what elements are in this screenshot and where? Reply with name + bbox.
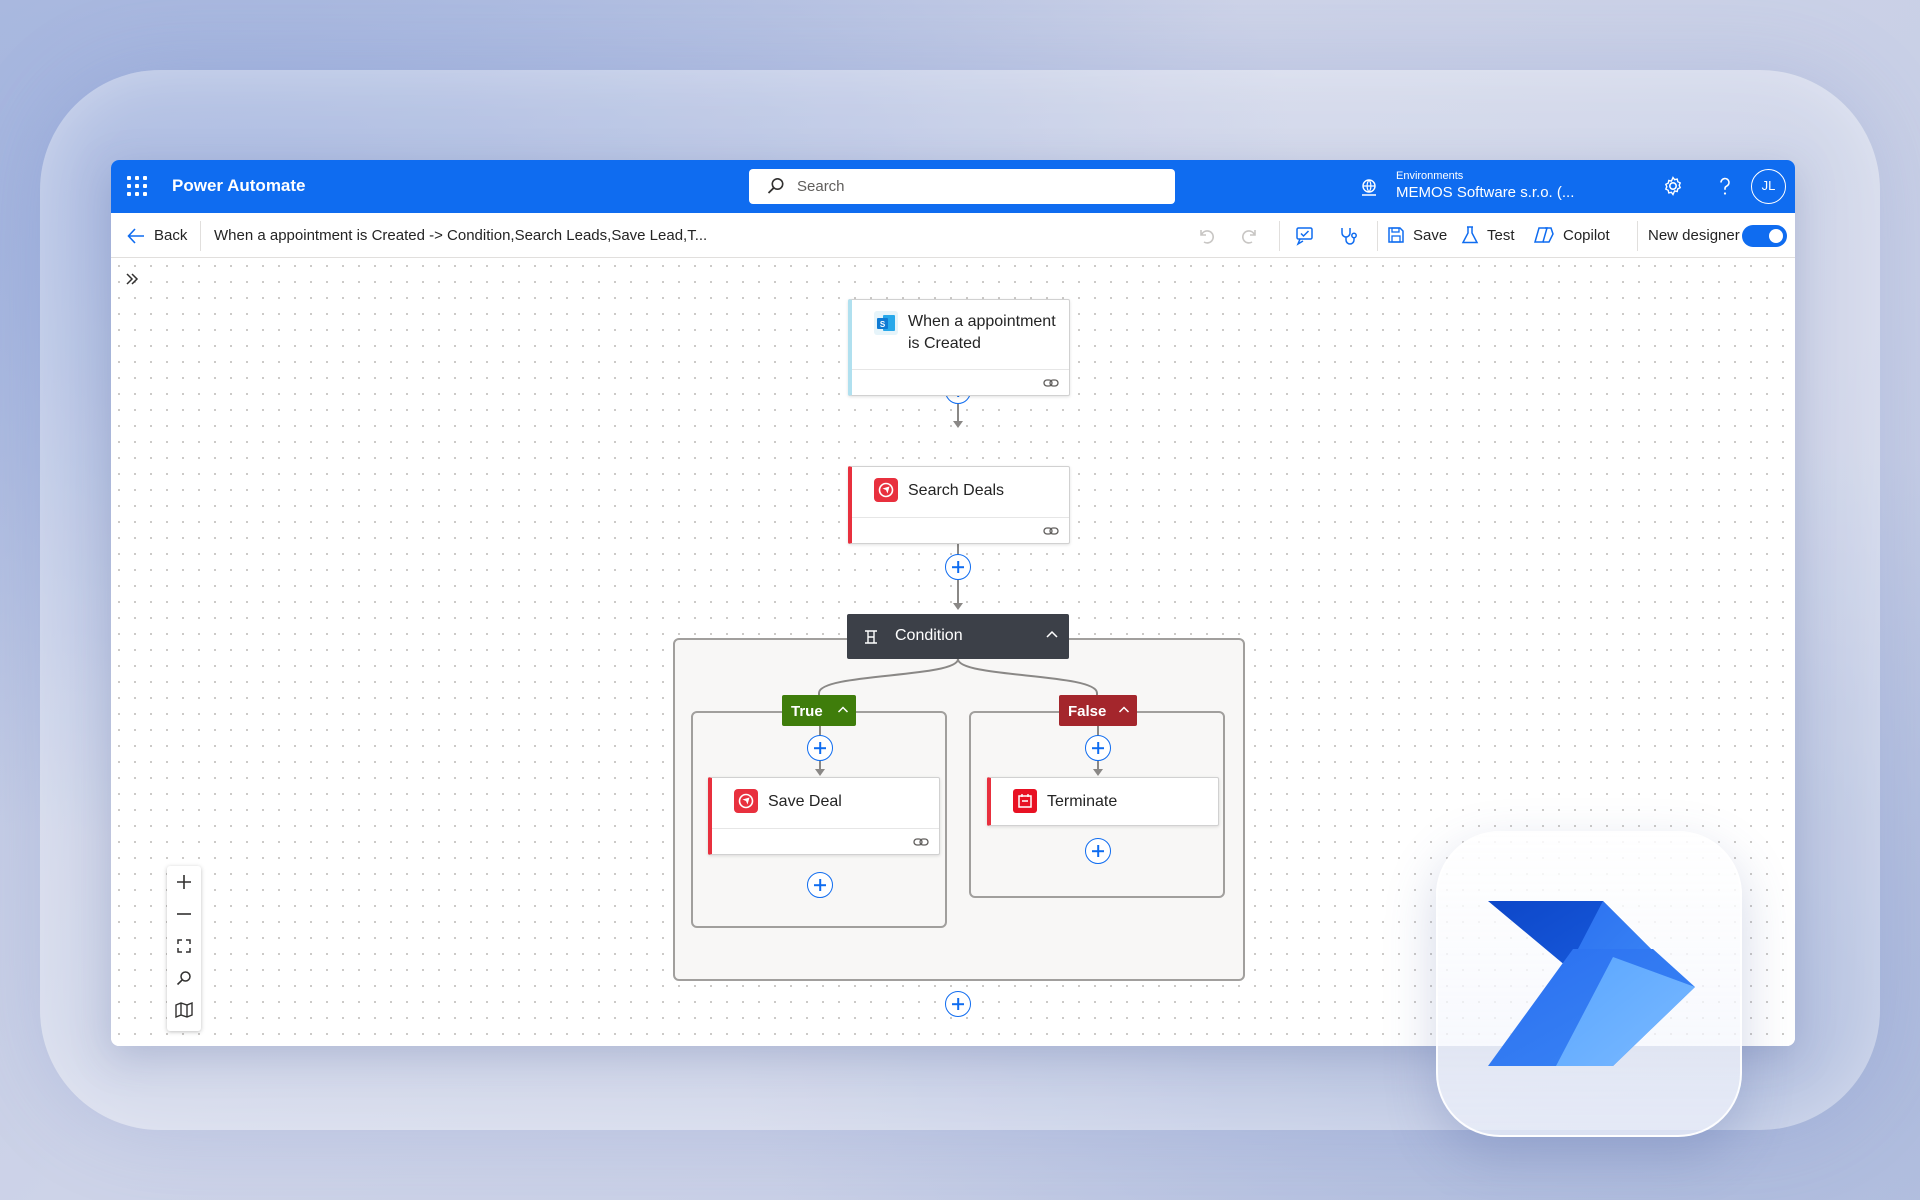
search-box[interactable]: Search xyxy=(749,169,1175,204)
stethoscope-icon[interactable] xyxy=(1338,225,1360,247)
copilot-icon[interactable] xyxy=(1533,225,1555,245)
search-icon[interactable] xyxy=(176,970,192,986)
false-badge[interactable]: False xyxy=(1059,695,1137,726)
terminate-title: Terminate xyxy=(1047,793,1118,810)
terminate-card[interactable]: Terminate xyxy=(987,777,1219,826)
minimap-icon[interactable] xyxy=(175,1002,193,1018)
insert-step-button[interactable] xyxy=(1085,735,1111,761)
flow-checker-icon[interactable] xyxy=(1294,225,1316,247)
power-automate-logo xyxy=(1436,831,1742,1137)
test-button[interactable]: Test xyxy=(1487,227,1515,244)
copilot-button[interactable]: Copilot xyxy=(1563,227,1610,244)
false-label: False xyxy=(1068,703,1107,720)
redo-icon[interactable] xyxy=(1240,226,1260,246)
fit-view-icon[interactable] xyxy=(176,938,192,954)
save-button[interactable]: Save xyxy=(1413,227,1447,244)
zoom-in-icon[interactable] xyxy=(176,874,192,890)
divider xyxy=(200,221,201,251)
insert-step-button[interactable] xyxy=(807,735,833,761)
top-bar: Power Automate Search Environments MEMOS… xyxy=(111,160,1795,213)
environment-value: MEMOS Software s.r.o. (... xyxy=(1396,184,1575,201)
save-deal-title: Save Deal xyxy=(768,793,842,810)
back-button[interactable]: Back xyxy=(154,227,187,244)
insert-step-button[interactable] xyxy=(807,872,833,898)
terminate-icon xyxy=(1013,789,1037,813)
zoom-out-icon[interactable] xyxy=(176,906,192,922)
gear-icon[interactable] xyxy=(1662,175,1684,197)
avatar[interactable]: JL xyxy=(1751,169,1786,204)
condition-title: Condition xyxy=(895,627,963,644)
collapse-chevron-icon[interactable] xyxy=(1045,628,1059,642)
environment-label: Environments xyxy=(1396,170,1464,182)
card-footer xyxy=(712,828,939,854)
back-arrow-icon[interactable] xyxy=(127,227,145,245)
command-bar: Back When a appointment is Created -> Co… xyxy=(111,213,1795,258)
divider xyxy=(1377,221,1378,251)
divider xyxy=(1637,221,1638,251)
save-icon[interactable] xyxy=(1387,226,1405,244)
globe-icon xyxy=(1362,179,1376,196)
help-icon[interactable] xyxy=(1715,175,1735,197)
true-label: True xyxy=(791,703,823,720)
app-launcher-icon[interactable] xyxy=(127,176,147,196)
undo-icon[interactable] xyxy=(1196,226,1216,246)
flask-icon[interactable] xyxy=(1461,225,1479,245)
app-name[interactable]: Power Automate xyxy=(172,176,306,196)
collapse-chevron-icon[interactable] xyxy=(1118,704,1130,716)
divider xyxy=(1279,221,1280,251)
search-placeholder: Search xyxy=(797,178,845,195)
condition-icon xyxy=(865,630,877,644)
condition-header[interactable]: Condition xyxy=(847,614,1069,659)
new-designer-label: New designer xyxy=(1648,227,1740,244)
flow-title: When a appointment is Created -> Conditi… xyxy=(214,227,708,244)
insert-step-button[interactable] xyxy=(1085,838,1111,864)
collapse-chevron-icon[interactable] xyxy=(837,704,849,716)
connector-arrow xyxy=(815,769,825,776)
new-designer-toggle[interactable] xyxy=(1742,225,1787,247)
zoom-controls xyxy=(167,866,201,1031)
search-icon xyxy=(767,178,784,194)
power-automate-logo-icon xyxy=(1488,901,1695,1066)
save-deal-card[interactable]: Save Deal xyxy=(708,777,940,855)
connector-arrow xyxy=(1093,769,1103,776)
link-icon[interactable] xyxy=(913,836,929,848)
raynet-icon xyxy=(734,789,758,813)
true-badge[interactable]: True xyxy=(782,695,856,726)
environment-picker[interactable]: Environments MEMOS Software s.r.o. (... xyxy=(1362,170,1575,201)
insert-step-button[interactable] xyxy=(945,991,971,1017)
